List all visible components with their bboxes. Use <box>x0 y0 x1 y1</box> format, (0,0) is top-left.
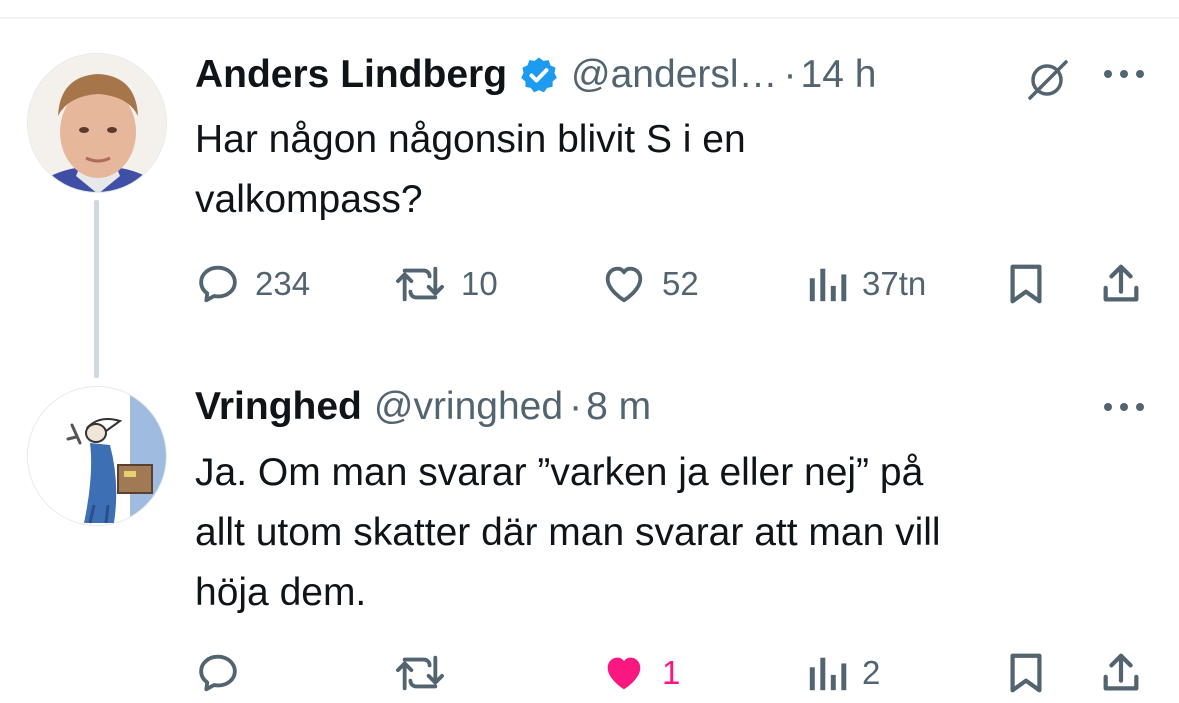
author-name[interactable]: Anders Lindberg <box>195 53 507 97</box>
tweet-text: Har någon någonsin blivit S i en valkomp… <box>195 110 746 230</box>
tweet-text: Ja. Om man svarar ”varken ja eller nej” … <box>195 443 941 623</box>
reply-button[interactable]: 234 <box>195 261 310 307</box>
grok-icon[interactable] <box>1024 60 1070 100</box>
reply-icon <box>199 654 237 692</box>
share-icon <box>1103 653 1139 691</box>
retweet-icon <box>396 266 444 302</box>
retweet-button[interactable] <box>393 650 447 696</box>
verified-badge-icon <box>519 55 559 95</box>
like-button[interactable]: 52 <box>600 261 699 307</box>
tweet-text-line: Ja. Om man svarar ”varken ja eller nej” … <box>195 451 924 494</box>
tweet-text-line: valkompass? <box>195 178 423 221</box>
top-divider <box>0 17 1179 19</box>
timestamp[interactable]: 14 h <box>801 53 877 97</box>
views-button[interactable]: 2 <box>806 650 880 696</box>
bookmark-button[interactable] <box>1006 261 1046 307</box>
timestamp[interactable]: 8 m <box>586 385 651 429</box>
bookmark-icon <box>1010 653 1042 693</box>
share-button[interactable] <box>1098 261 1144 307</box>
views-count: 37tn <box>862 265 927 302</box>
more-icon[interactable] <box>1103 401 1145 413</box>
tweet-header: Vringhed @vringhed · 8 m <box>195 382 651 432</box>
reply-button[interactable] <box>195 650 241 696</box>
like-count: 52 <box>662 265 699 302</box>
like-icon <box>605 266 643 303</box>
like-count: 1 <box>662 654 681 691</box>
like-icon-filled <box>607 657 641 690</box>
tweet-text-line: höja dem. <box>195 571 367 614</box>
author-handle[interactable]: @andersl… <box>571 53 778 97</box>
share-button[interactable] <box>1098 650 1144 696</box>
retweet-button[interactable]: 10 <box>393 261 498 307</box>
thread-connector-line <box>94 200 99 378</box>
avatar-anders-lindberg[interactable] <box>27 53 167 193</box>
more-icon[interactable] <box>1103 68 1145 80</box>
views-icon <box>809 657 847 691</box>
retweet-count: 10 <box>461 265 498 302</box>
retweet-icon <box>396 655 444 691</box>
author-name[interactable]: Vringhed <box>195 385 362 429</box>
views-icon <box>809 268 847 302</box>
separator-dot: · <box>783 53 797 96</box>
tweet-text-line: Har någon någonsin blivit S i en <box>195 118 746 161</box>
views-count: 2 <box>862 654 881 691</box>
bookmark-button[interactable] <box>1006 650 1046 696</box>
bookmark-icon <box>1010 264 1042 304</box>
like-button[interactable]: 1 <box>600 650 680 696</box>
share-icon <box>1103 264 1139 302</box>
avatar-vringhed[interactable] <box>27 386 167 526</box>
views-button[interactable]: 37tn <box>806 261 926 307</box>
author-handle[interactable]: @vringhed <box>374 385 563 429</box>
tweet-text-line: allt utom skatter där man svarar att man… <box>195 511 941 554</box>
reply-count: 234 <box>255 265 311 302</box>
reply-icon <box>199 265 237 303</box>
separator-dot: · <box>569 385 583 428</box>
tweet-header: Anders Lindberg @andersl… · 14 h <box>195 50 876 100</box>
